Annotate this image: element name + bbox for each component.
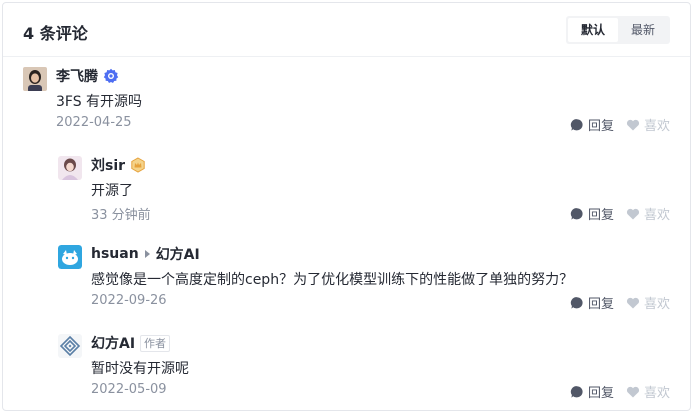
comment-header: 幻方AI 作者 <box>91 333 171 353</box>
comment-content: 暂时没有开源呢 <box>91 361 189 377</box>
reply-button[interactable]: 回复 <box>570 382 614 401</box>
comment-bubble-icon <box>570 296 584 310</box>
comment-header: 李飞腾 <box>56 66 119 86</box>
heart-icon <box>626 207 640 221</box>
comment-content: 开源了 <box>91 183 133 199</box>
username[interactable]: 刘sir <box>91 155 125 175</box>
reply-to-username[interactable]: 幻方AI <box>156 244 200 264</box>
like-label: 喜欢 <box>643 119 670 134</box>
comment-bubble-icon <box>570 385 584 399</box>
reply-to-arrow-icon <box>144 250 150 258</box>
comments-count-title: 4 条评论 <box>23 24 88 43</box>
like-button[interactable]: 喜欢 <box>626 204 670 223</box>
sort-latest-button[interactable]: 最新 <box>618 18 668 42</box>
reply-button[interactable]: 回复 <box>570 204 614 223</box>
comment-actions: 回复 喜欢 <box>570 382 670 401</box>
comment-bubble-icon <box>570 207 584 221</box>
reply-label: 回复 <box>587 386 614 401</box>
username[interactable]: 李飞腾 <box>56 66 98 86</box>
username[interactable]: 幻方AI <box>91 333 135 353</box>
reply-button[interactable]: 回复 <box>570 293 614 312</box>
comments-header: 4 条评论 默认 最新 <box>3 3 690 57</box>
like-button[interactable]: 喜欢 <box>626 382 670 401</box>
avatar[interactable] <box>23 67 47 91</box>
comment-content: 感觉像是一个高度定制的ceph？为了优化模型训练下的性能做了单独的努力？ <box>91 272 574 288</box>
comment-content: 3FS 有开源吗 <box>56 94 143 110</box>
username[interactable]: hsuan <box>91 246 139 262</box>
comment-time: 2022-05-09 <box>91 382 167 397</box>
reply-label: 回复 <box>587 119 614 134</box>
heart-icon <box>626 385 640 399</box>
comment-time: 2022-04-25 <box>56 115 132 130</box>
crown-level-icon <box>130 157 146 173</box>
heart-icon <box>626 296 640 310</box>
avatar[interactable] <box>58 156 82 180</box>
comment-actions: 回复 喜欢 <box>570 293 670 312</box>
sort-default-button[interactable]: 默认 <box>568 18 618 42</box>
reply-button[interactable]: 回复 <box>570 115 614 134</box>
comment-actions: 回复 喜欢 <box>570 204 670 223</box>
verified-gear-icon <box>103 68 119 84</box>
comment-bubble-icon <box>570 118 584 132</box>
heart-icon <box>626 118 640 132</box>
avatar[interactable] <box>58 245 82 269</box>
avatar[interactable] <box>58 334 82 358</box>
author-tag: 作者 <box>140 334 171 352</box>
like-button[interactable]: 喜欢 <box>626 293 670 312</box>
comments-panel: 4 条评论 默认 最新 李飞腾 3FS 有开源吗 2022-04-25 回复 喜… <box>2 2 691 411</box>
comment-time: 33 分钟前 <box>91 208 151 223</box>
like-label: 喜欢 <box>643 208 670 223</box>
like-button[interactable]: 喜欢 <box>626 115 670 134</box>
like-label: 喜欢 <box>643 297 670 312</box>
like-label: 喜欢 <box>643 386 670 401</box>
comment-header: 刘sir <box>91 155 146 175</box>
sort-toggle: 默认 最新 <box>566 16 670 44</box>
comment-time: 2022-09-26 <box>91 293 167 308</box>
comment-actions: 回复 喜欢 <box>570 115 670 134</box>
reply-label: 回复 <box>587 208 614 223</box>
comment-header: hsuan 幻方AI <box>91 244 200 264</box>
reply-label: 回复 <box>587 297 614 312</box>
